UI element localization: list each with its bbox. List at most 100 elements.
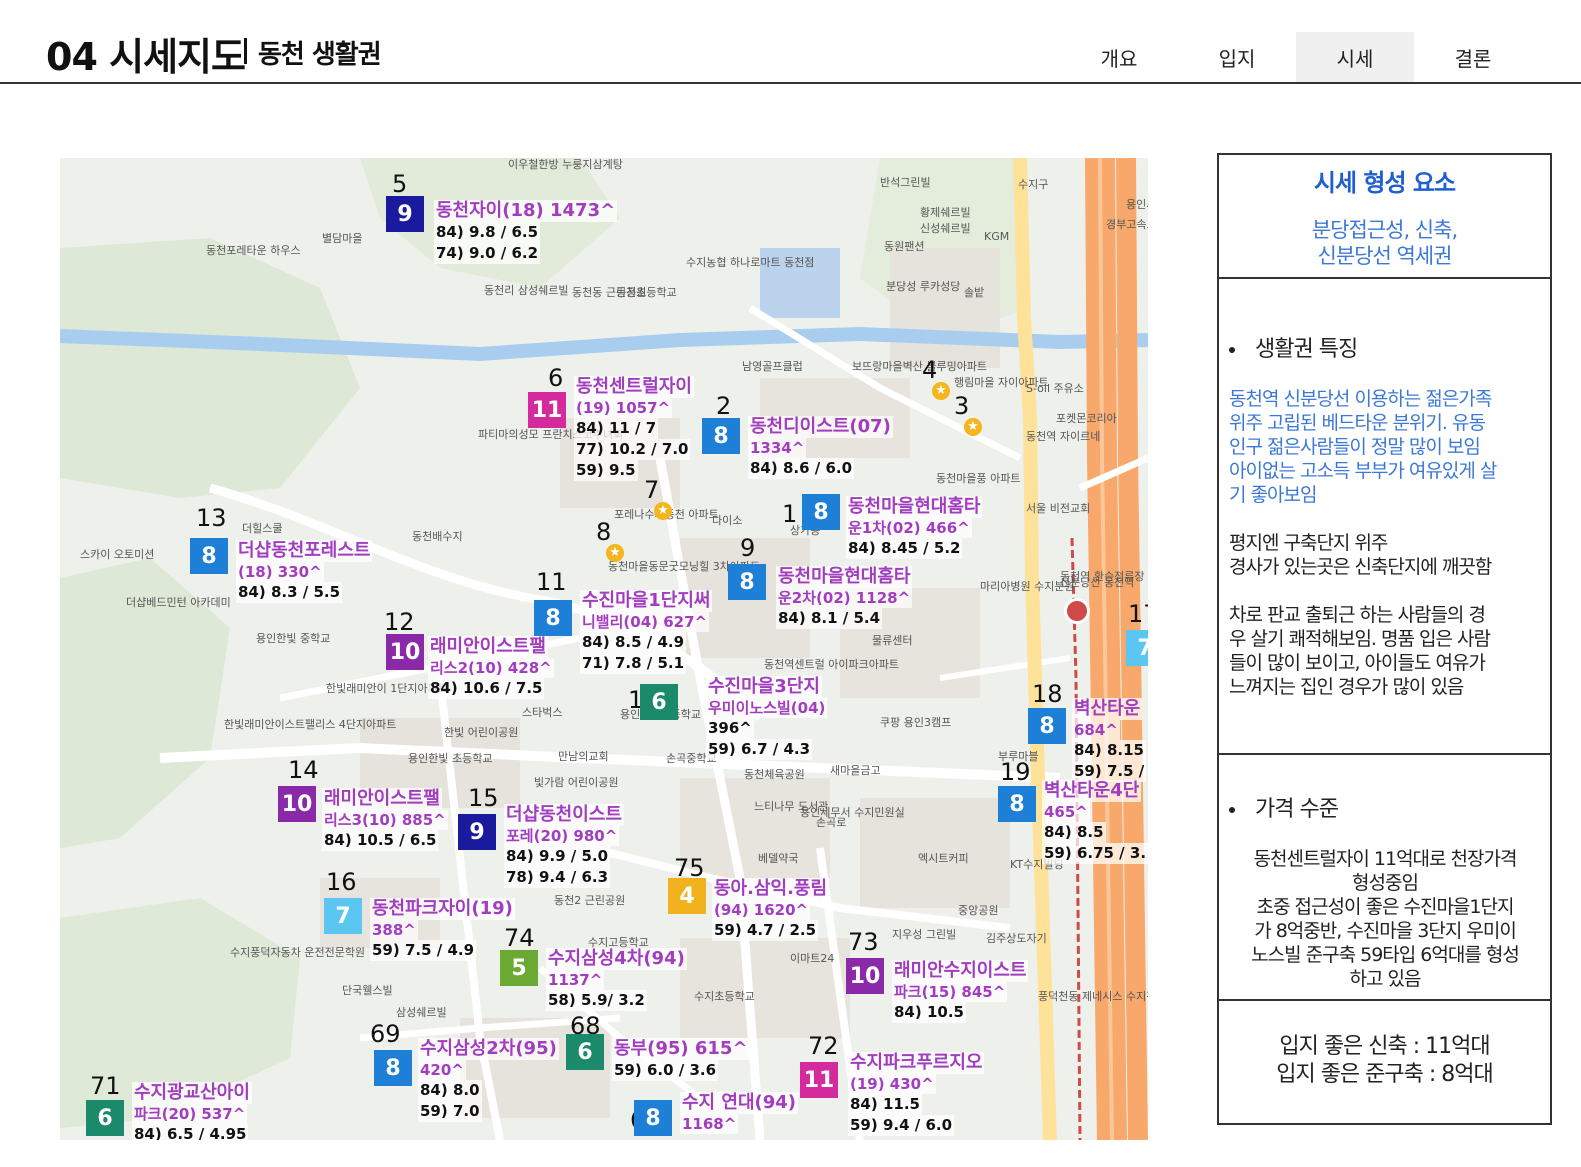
complex-name: 수지삼성2차(95)	[418, 1038, 559, 1060]
lifestyle-paragraph-2: 차로 판교 출퇴근 하는 사람들의 경 우 살기 쾌적해보임. 명품 입은 사람…	[1229, 603, 1547, 699]
complex-number: 9	[740, 534, 756, 562]
rating-badge[interactable]: 8	[634, 1100, 672, 1136]
header: 04 시세지도 동천 생활권 개요 입지 시세 결론	[0, 0, 1581, 84]
map-place-label: 빛가람 어린이공원	[534, 776, 619, 789]
summary-text: 입지 좋은 신축 : 11억대 입지 좋은 준구축 : 8억대	[1219, 1033, 1550, 1089]
complex-number: 3	[954, 392, 970, 420]
complex-units: 운2차(02) 1128^	[776, 588, 913, 608]
text-line: 노스빌 준구축 59타입 6억대를 형성	[1251, 944, 1520, 966]
lifestyle-heading: 생활권 특징	[1229, 331, 1358, 363]
rating-badge[interactable]: 6	[640, 684, 678, 720]
rating-badge[interactable]: 11	[800, 1062, 838, 1098]
map-place-label: 만남의교회	[558, 750, 609, 763]
map-place-label: 경부고속도로	[1106, 218, 1148, 231]
map-place-label: 김주상도자기	[986, 932, 1047, 945]
text-line: 가 8억중반, 수진마을 3단지 우미이	[1254, 920, 1517, 942]
rating-badge[interactable]: 8	[374, 1050, 412, 1086]
complex-units: (19) 430^	[848, 1074, 936, 1094]
rating-badge[interactable]: 9	[458, 814, 496, 850]
complex-number: 12	[384, 608, 415, 636]
complex-units: 리스2(10) 428^	[428, 658, 554, 678]
text-line: 동천센트럴자이 11억대로 천장가격	[1253, 848, 1518, 870]
rating-badge[interactable]: 10	[846, 958, 884, 994]
rating-badge[interactable]: 10	[386, 634, 424, 670]
rating-badge[interactable]: 6	[566, 1034, 604, 1070]
complex-price: 84) 8.3 / 5.5	[236, 582, 343, 603]
subway-station-icon[interactable]	[1064, 598, 1090, 624]
complex-number: 1	[782, 500, 798, 528]
complex-price: 59) 6.0 / 3.6	[612, 1060, 719, 1081]
complex-units: 니밸리(04) 627^	[580, 612, 710, 632]
complex-number: 14	[288, 756, 319, 784]
complex-price: 58) 5.9/ 3.2	[546, 990, 647, 1011]
complex-price: 59) 9.4 / 6.0	[848, 1115, 955, 1136]
complex-name: 수지광교산아이	[132, 1082, 252, 1104]
title-divider	[244, 38, 247, 64]
rating-badge[interactable]: 10	[278, 786, 316, 822]
rating-badge[interactable]: 8	[802, 494, 840, 530]
rating-badge[interactable]: 7	[1126, 630, 1148, 666]
complex-name: 수지파크푸르지오	[848, 1052, 985, 1074]
rating-badge[interactable]: 6	[86, 1100, 124, 1136]
map-place-label: 서울 비전교회	[1026, 502, 1091, 515]
map-place-label: 다이소	[712, 514, 743, 527]
lifestyle-section: 생활권 특징 동천역 신분당선 이용하는 젊은가족 위주 고립된 베드타운 분위…	[1219, 279, 1550, 755]
complex-units: 운1차(02) 466^	[846, 518, 972, 538]
rating-badge[interactable]: 11	[528, 392, 566, 428]
complex-price: 84) 11.5	[848, 1094, 922, 1115]
complex-name: 래미안이스트팰	[428, 636, 548, 658]
map-place-label: 더힐스쿨	[242, 522, 283, 535]
rating-badge[interactable]: 9	[386, 196, 424, 232]
rating-badge[interactable]: 8	[534, 600, 572, 636]
tab-overview[interactable]: 개요	[1060, 32, 1178, 82]
map-place-label: 포켓몬코리아	[1056, 412, 1117, 425]
tab-price[interactable]: 시세	[1296, 32, 1414, 82]
map-place-label: 스카이 오토미션	[80, 548, 155, 561]
complex-price: 84) 8.45 / 5.2	[846, 538, 963, 559]
map-place-label: 반석그린빌	[880, 176, 931, 189]
complex-units: 1334^	[748, 438, 807, 458]
map-place-label: 엑시트커피	[918, 852, 969, 865]
map-place-label: 수지풍덕자동차 운전전문학원	[230, 946, 366, 959]
text-line: 인구 젊은사람들이 정말 많이 보임	[1229, 436, 1481, 458]
complex-name: 동아.삼익.풍림	[712, 878, 830, 900]
complex-units: 파크(15) 845^	[892, 982, 1008, 1002]
rating-badge[interactable]: 5	[500, 950, 538, 986]
complex-number: 15	[468, 784, 499, 812]
complex-name: 동천파크자이(19)	[370, 898, 515, 920]
complex-number: 2	[716, 392, 732, 420]
rating-badge[interactable]: 8	[190, 538, 228, 574]
text-line: 차로 판교 출퇴근 하는 사람들의 경	[1229, 604, 1486, 626]
price-map[interactable]: 이우철한방 누룽지삼계탕 반석그린빌 황제쉐르빌 신성쉐르빌 동원팬션 KGM 분당성 루카…	[60, 158, 1148, 1140]
bullet-icon	[1229, 347, 1235, 353]
map-place-label: 수지구	[1018, 178, 1049, 191]
complex-price: 59) 6.75 / 3.	[1042, 843, 1148, 864]
tab-location[interactable]: 입지	[1178, 32, 1296, 82]
map-place-label: 동천역센트럴 아이파크아파트	[764, 658, 900, 671]
rating-badge[interactable]: 8	[998, 786, 1036, 822]
complex-number: 7	[644, 476, 660, 504]
complex-number: 18	[1032, 680, 1063, 708]
complex-number: 73	[848, 928, 879, 956]
text-line: 아이없는 고소득 부부가 여유있게 살	[1229, 460, 1497, 482]
complex-price: 84) 10.6 / 7.5	[428, 678, 545, 699]
complex-price: 59) 9.5	[574, 460, 638, 481]
complex-units: (19) 1057^	[574, 398, 673, 418]
complex-units: 465^	[1042, 802, 1090, 822]
rating-badge[interactable]: 4	[668, 878, 706, 914]
rating-badge[interactable]: 8	[702, 418, 740, 454]
rating-badge[interactable]: 8	[1028, 708, 1066, 744]
rating-badge[interactable]: 7	[324, 898, 362, 934]
complex-name: 동천자이(18) 1473^	[434, 200, 618, 222]
map-place-label: KGM	[984, 230, 1010, 243]
lifestyle-heading-text: 생활권 특징	[1255, 337, 1358, 362]
map-place-label: 새마을금고	[830, 764, 881, 777]
complex-price: 84) 9.9 / 5.0	[504, 846, 611, 867]
complex-name: 수진마을3단지	[706, 676, 822, 698]
complex-number: 5	[392, 170, 408, 198]
rating-badge[interactable]: 8	[728, 564, 766, 600]
complex-price: 84) 11 / 7	[574, 418, 659, 439]
star-icon: ★	[964, 418, 982, 436]
price-factor-panel: 시세 형성 요소 분당접근성, 신축, 신분당선 역세권 생활권 특징 동천역 …	[1217, 153, 1552, 1125]
tab-conclusion[interactable]: 결론	[1414, 32, 1532, 82]
